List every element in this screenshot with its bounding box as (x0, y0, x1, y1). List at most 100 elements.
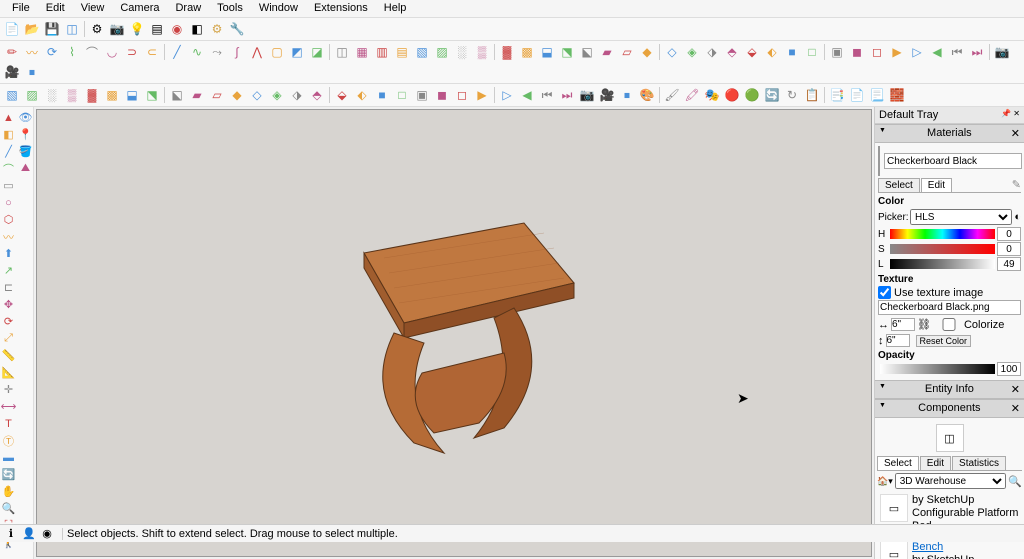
colorize-checkbox[interactable] (937, 318, 961, 331)
render-icon[interactable]: ▶ (888, 43, 906, 61)
play-icon[interactable]: ▷ (908, 43, 926, 61)
use-texture-checkbox[interactable] (878, 286, 891, 299)
gear-icon[interactable]: ⚙ (208, 20, 226, 38)
freehand-tool-icon[interactable]: 〰 (1, 229, 16, 244)
tray-title[interactable]: Default Tray 📌 ✕ (875, 107, 1024, 124)
layer1-icon[interactable]: ⬕ (168, 86, 186, 104)
arc1-icon[interactable]: ⌒ (83, 43, 101, 61)
style2-icon[interactable]: 📷 (578, 86, 596, 104)
menu-file[interactable]: File (4, 0, 38, 17)
protractor-icon[interactable]: ▷ (498, 86, 516, 104)
style4-icon[interactable]: ⏹ (618, 86, 636, 104)
paint4-icon[interactable]: ▒ (63, 86, 81, 104)
rec-icon[interactable]: ◼ (433, 86, 451, 104)
hatch3-icon[interactable]: ▓ (498, 43, 516, 61)
close-icon[interactable]: ✕ (1011, 402, 1020, 415)
measure-icon[interactable]: ▶ (473, 86, 491, 104)
lookaround-icon[interactable]: 👁 (18, 110, 33, 125)
box1-icon[interactable]: ⬖ (353, 86, 371, 104)
material-swatch[interactable] (878, 146, 880, 176)
texture-height[interactable] (886, 334, 910, 347)
layer2-icon[interactable]: ▰ (188, 86, 206, 104)
arc4-icon[interactable]: ⊂ (143, 43, 161, 61)
hatch2-icon[interactable]: ▒ (473, 43, 491, 61)
eyedropper-icon[interactable]: ✎ (1012, 178, 1021, 192)
cam3-icon[interactable]: 🎥 (3, 63, 21, 81)
box2-icon[interactable]: ■ (373, 86, 391, 104)
eraser-icon[interactable]: ◧ (1, 127, 16, 142)
fog-icon[interactable]: 📄 (848, 86, 866, 104)
tab-edit[interactable]: Edit (921, 178, 952, 192)
picker-select[interactable]: HLS (910, 209, 1012, 225)
path5-icon[interactable]: 🔴 (723, 86, 741, 104)
swatch1-icon[interactable]: ■ (783, 43, 801, 61)
tape-icon[interactable]: 📏 (1, 348, 16, 363)
cube-icon[interactable]: ◫ (63, 20, 81, 38)
lum-value[interactable] (997, 257, 1021, 271)
comp-tab-select[interactable]: Select (877, 456, 919, 470)
menu-window[interactable]: Window (251, 0, 306, 17)
dimension-icon[interactable]: ⟷ (1, 399, 16, 414)
menu-extensions[interactable]: Extensions (306, 0, 376, 17)
profile5-icon[interactable]: ◈ (683, 43, 701, 61)
style1-icon[interactable]: ⏭ (558, 86, 576, 104)
polygon-tool-icon[interactable]: ⬡ (1, 212, 16, 227)
cam2-icon[interactable]: 📷 (993, 43, 1011, 61)
line-tool-icon[interactable]: ╱ (1, 144, 16, 159)
prev-icon[interactable]: ◀ (928, 43, 946, 61)
menu-help[interactable]: Help (376, 0, 415, 17)
protractor-tool-icon[interactable]: 📐 (1, 365, 16, 380)
rect-tool-icon[interactable]: ▭ (1, 178, 16, 193)
position-icon[interactable]: 📍 (18, 127, 33, 142)
mat1-icon[interactable]: ◇ (248, 86, 266, 104)
fwd-icon[interactable]: ◻ (453, 86, 471, 104)
texture-file-input[interactable] (878, 300, 1021, 315)
tab-select[interactable]: Select (878, 178, 920, 192)
orbit-icon[interactable]: 🔄 (1, 467, 16, 482)
polyline-icon[interactable]: ⋀ (248, 43, 266, 61)
texture-width[interactable] (891, 318, 915, 331)
mat4-icon[interactable]: ⬘ (308, 86, 326, 104)
paint3-icon[interactable]: ░ (43, 86, 61, 104)
menu-view[interactable]: View (73, 0, 113, 17)
section1-icon[interactable]: 🟢 (743, 86, 761, 104)
profile2-icon[interactable]: ▱ (618, 43, 636, 61)
path1-icon[interactable]: 🎨 (638, 86, 656, 104)
pan-icon[interactable]: ✋ (1, 484, 16, 499)
opacity-value[interactable] (997, 362, 1021, 376)
spiral-icon[interactable]: ⌇ (63, 43, 81, 61)
profile8-icon[interactable]: ⬙ (743, 43, 761, 61)
sun-icon[interactable]: ⏮ (538, 86, 556, 104)
move-icon[interactable]: ✥ (1, 297, 16, 312)
save-icon[interactable]: 💾 (43, 20, 61, 38)
roof2-icon[interactable]: ⬔ (558, 43, 576, 61)
wall2-icon[interactable]: ▥ (373, 43, 391, 61)
section-icon[interactable]: ▬ (1, 450, 16, 465)
mat3-icon[interactable]: ⬗ (288, 86, 306, 104)
wall5-icon[interactable]: ▨ (433, 43, 451, 61)
comp-tab-statistics[interactable]: Statistics (952, 456, 1006, 470)
swatch3-icon[interactable]: ▣ (828, 43, 846, 61)
mat5-icon[interactable]: ⬙ (333, 86, 351, 104)
profile3-icon[interactable]: ◆ (638, 43, 656, 61)
follow-icon[interactable]: ↗ (1, 263, 16, 278)
cube2-icon[interactable]: 📃 (868, 86, 886, 104)
swatch2-icon[interactable]: □ (803, 43, 821, 61)
section3-icon[interactable]: ↻ (783, 86, 801, 104)
hatch1-icon[interactable]: ░ (453, 43, 471, 61)
close-icon[interactable]: ✕ (1011, 127, 1020, 140)
colorwheel-icon[interactable]: ◐ (1014, 211, 1021, 223)
rot-icon[interactable]: ⬔ (143, 86, 161, 104)
component-name[interactable]: Bench (912, 541, 1019, 554)
wall3-icon[interactable]: ▤ (393, 43, 411, 61)
zoom-icon[interactable]: 🔍 (1, 501, 16, 516)
hue-value[interactable] (997, 227, 1021, 241)
curve-icon[interactable]: ⤳ (208, 43, 226, 61)
material-name-input[interactable] (884, 153, 1022, 169)
upload-icon[interactable]: 🧱 (888, 86, 906, 104)
roof3-icon[interactable]: ⬕ (578, 43, 596, 61)
scribble-icon[interactable]: 〰 (23, 43, 41, 61)
arc-tool-icon[interactable]: ⌒ (1, 161, 16, 176)
pushpull-icon[interactable]: ⬆ (1, 246, 16, 261)
arc3-icon[interactable]: ⊃ (123, 43, 141, 61)
